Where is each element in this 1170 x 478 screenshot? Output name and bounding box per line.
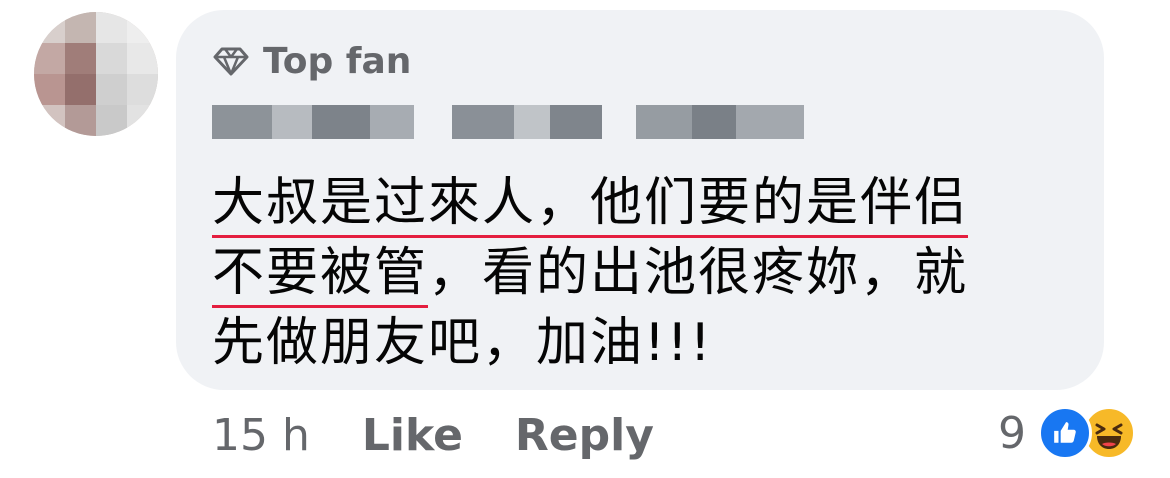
comment-line-2: 不要被管，看的出池很疼妳，就: [212, 230, 968, 308]
like-icon: [1038, 406, 1092, 460]
reply-button[interactable]: Reply: [515, 410, 654, 461]
top-fan-badge: Top fan: [213, 36, 411, 86]
underlined-text: 不要被管: [212, 243, 429, 308]
underlined-text: 大叔是过來人，他们要的是伴侣: [212, 173, 969, 238]
comment-line-1: 大叔是过來人，他们要的是伴侣: [212, 160, 969, 238]
badge-label: Top fan: [263, 40, 412, 82]
comment-line-3: 先做朋友吧，加油!!!: [212, 313, 713, 373]
reactions-summary[interactable]: 9: [998, 406, 1136, 460]
reaction-count: 9: [998, 407, 1026, 459]
timestamp[interactable]: 15 h: [212, 410, 310, 461]
avatar[interactable]: [34, 12, 158, 136]
author-name[interactable]: [212, 100, 824, 144]
comment-actions: 15 h Like Reply: [212, 410, 706, 461]
diamond-icon: [213, 47, 249, 76]
like-button[interactable]: Like: [362, 410, 463, 461]
